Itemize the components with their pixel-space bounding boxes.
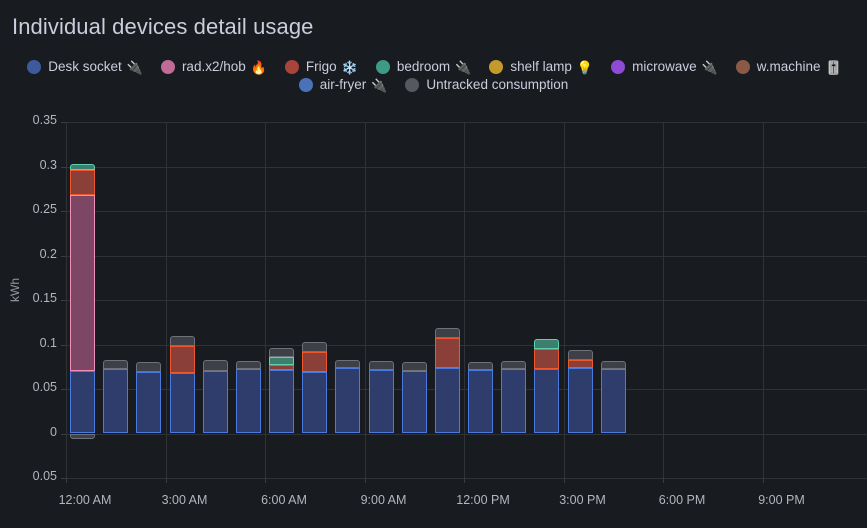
y-tick-label: 0.25 — [32, 202, 57, 216]
bar-segment[interactable] — [534, 369, 560, 434]
bar-segment[interactable] — [235, 360, 261, 370]
bar-segment[interactable] — [70, 163, 96, 171]
x-tick-mark — [464, 478, 465, 483]
bar-segment[interactable] — [103, 369, 129, 434]
y-tick-label: 0.05 — [32, 469, 57, 483]
x-tick-label: 9:00 AM — [360, 493, 407, 507]
x-tick-mark — [66, 478, 67, 483]
bar-segment[interactable] — [567, 349, 593, 360]
y-tick-label: 0.2 — [39, 246, 57, 261]
bar-segment[interactable] — [269, 348, 295, 357]
bar-stack[interactable] — [302, 122, 328, 478]
x-tick-label: 9:00 PM — [758, 493, 805, 507]
y-tick-label: 0 — [50, 424, 57, 439]
x-tick-mark — [364, 478, 366, 483]
y-tick-label: 0.1 — [39, 335, 57, 350]
grafana-panel: Individual devices detail usage Desk soc… — [0, 0, 867, 528]
x-gridline — [165, 122, 167, 478]
x-tick-label: 6:00 PM — [658, 493, 706, 507]
y-tick-label: 0.05 — [32, 380, 57, 394]
bar-segment[interactable] — [70, 170, 96, 195]
x-gridline — [464, 122, 465, 478]
bar-segment[interactable] — [169, 372, 195, 434]
x-tick-label: 12:00 PM — [456, 493, 510, 507]
x-gridline — [663, 122, 664, 478]
x-tick-mark — [762, 478, 764, 483]
bar-segment[interactable] — [600, 361, 626, 370]
x-tick-label: 3:00 AM — [161, 493, 208, 507]
x-tick-mark — [563, 478, 565, 483]
bar-segment[interactable] — [368, 361, 394, 371]
bar-segment[interactable] — [269, 364, 295, 371]
x-gridline — [66, 122, 67, 478]
bar-segment[interactable] — [302, 341, 328, 352]
bar-segment[interactable] — [468, 362, 494, 371]
bar-segment[interactable] — [269, 370, 295, 434]
x-gridline — [265, 122, 266, 478]
bar-segment[interactable] — [401, 362, 427, 372]
bar-stack[interactable] — [70, 122, 96, 478]
bar-stack[interactable] — [169, 122, 195, 478]
x-gridline — [762, 122, 764, 478]
bar-segment[interactable] — [600, 369, 626, 434]
bar-stack[interactable] — [103, 122, 129, 478]
bar-segment[interactable] — [70, 371, 96, 434]
bar-segment[interactable] — [269, 356, 295, 365]
x-tick-label: 3:00 PM — [559, 493, 606, 507]
x-tick-mark — [165, 478, 167, 483]
bar-stack[interactable] — [567, 122, 593, 478]
bar-segment[interactable] — [202, 371, 228, 434]
x-tick-label: 6:00 AM — [261, 493, 307, 507]
bar-segment[interactable] — [434, 338, 460, 368]
bar-segment[interactable] — [136, 362, 162, 373]
x-tick-mark — [265, 478, 266, 483]
bar-segment[interactable] — [534, 339, 560, 349]
bar-segment[interactable] — [501, 360, 527, 370]
y-gridline — [66, 478, 867, 479]
bar-segment[interactable] — [103, 359, 129, 370]
bar-segment[interactable] — [335, 359, 361, 368]
bar-stack[interactable] — [534, 122, 560, 478]
bar-stack[interactable] — [501, 122, 527, 478]
bar-segment[interactable] — [501, 369, 527, 434]
bar-segment[interactable] — [169, 346, 195, 373]
bar-stack[interactable] — [136, 122, 162, 478]
bar-segment[interactable] — [368, 370, 394, 434]
bar-segment[interactable] — [401, 371, 427, 434]
bar-stack[interactable] — [335, 122, 361, 478]
bar-stack[interactable] — [202, 122, 228, 478]
plot-area: kWh 0.35 0.3 0.25 0.2 0.15 0.1 0.05 0 0.05 12:00… — [0, 0, 867, 528]
bar-segment[interactable] — [567, 359, 593, 368]
bar-segment[interactable] — [434, 367, 460, 434]
bar-segment[interactable] — [202, 359, 228, 372]
bar-stack[interactable] — [600, 122, 626, 478]
x-tick-mark — [663, 478, 664, 483]
bar-segment[interactable] — [136, 372, 162, 434]
bar-segment[interactable] — [468, 370, 494, 434]
bar-segment[interactable] — [235, 369, 261, 434]
bar-segment[interactable] — [434, 328, 460, 339]
bar-stack[interactable] — [468, 122, 494, 478]
y-tick-label: 0.35 — [32, 113, 57, 127]
bar-segment[interactable] — [534, 348, 560, 370]
bar-stack[interactable] — [401, 122, 427, 478]
bar-segment[interactable] — [302, 372, 328, 434]
bar-segment[interactable] — [567, 367, 593, 434]
bar-segment[interactable] — [169, 336, 195, 347]
bar-segment-negative[interactable] — [70, 433, 96, 439]
y-tick-label: 0.15 — [32, 291, 57, 305]
bar-segment[interactable] — [335, 367, 361, 434]
bar-stack[interactable] — [269, 122, 295, 478]
bar-segment[interactable] — [302, 351, 328, 373]
bar-segment[interactable] — [70, 194, 96, 372]
x-tick-label: 12:00 AM — [58, 493, 112, 507]
x-gridline — [563, 122, 565, 478]
y-tick-label: 0.3 — [39, 157, 57, 172]
bar-stack[interactable] — [434, 122, 460, 478]
bar-stack[interactable] — [368, 122, 394, 478]
bar-stack[interactable] — [235, 122, 261, 478]
x-gridline — [364, 122, 366, 478]
